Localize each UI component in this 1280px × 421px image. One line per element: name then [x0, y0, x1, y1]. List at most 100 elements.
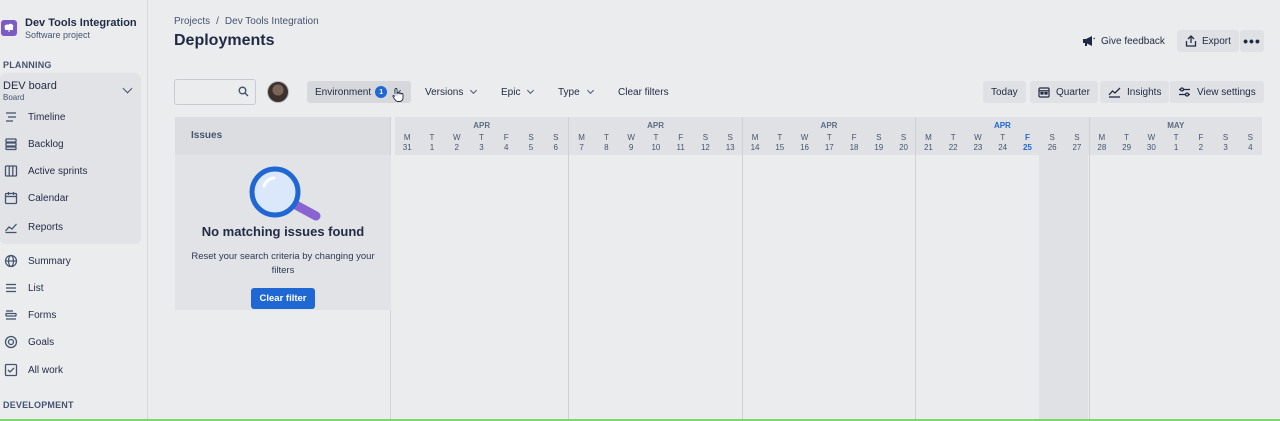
- versions-filter-label: Versions: [425, 86, 464, 98]
- day-label: S 13: [725, 133, 735, 152]
- day-label: S 26: [1047, 133, 1057, 152]
- chevron-down-icon: [586, 86, 594, 95]
- sidebar-item-list[interactable]: List: [4, 279, 44, 297]
- day-label: T 24: [998, 133, 1008, 152]
- backlog-icon: [4, 137, 18, 151]
- megaphone-icon: [1082, 35, 1096, 47]
- export-label: Export: [1202, 35, 1231, 47]
- quarter-button[interactable]: Quarter: [1030, 81, 1098, 103]
- give-feedback-button[interactable]: Give feedback: [1082, 30, 1165, 52]
- week-column: APR M 7 T 8 W 9 T 10 F 11 S 12 S 13: [568, 117, 741, 421]
- day-label: F4: [503, 133, 509, 152]
- day-label: S 12: [700, 133, 710, 152]
- issues-list-area: [175, 310, 391, 421]
- versions-filter[interactable]: Versions: [425, 81, 478, 103]
- type-filter[interactable]: Type: [558, 81, 594, 103]
- week-column: MAY M 28 T 29 W 30 T 1 F 2 S 3 S 4: [1088, 117, 1262, 421]
- insights-label: Insights: [1127, 86, 1162, 98]
- sidebar-item-forms[interactable]: Forms: [4, 306, 56, 324]
- day-label: M 21: [923, 133, 933, 152]
- breadcrumb: Projects / Dev Tools Integration: [174, 16, 319, 27]
- filter-count-badge: 1: [375, 86, 388, 98]
- sidebar-item-goals[interactable]: Goals: [4, 333, 54, 351]
- sliders-icon: [1178, 86, 1191, 98]
- week-month-label: APR: [993, 121, 1011, 130]
- breadcrumb-project[interactable]: Dev Tools Integration: [225, 16, 319, 27]
- timeline-icon: [4, 110, 18, 124]
- type-filter-label: Type: [558, 86, 580, 98]
- clear-filter-button[interactable]: Clear filter: [251, 288, 315, 309]
- sidebar-item-reports[interactable]: Reports: [4, 218, 63, 236]
- day-label: T1: [1173, 133, 1179, 152]
- page-title: Deployments: [174, 32, 275, 49]
- board-icon: [4, 164, 18, 178]
- avatar[interactable]: [267, 81, 289, 103]
- insights-button[interactable]: Insights: [1100, 81, 1170, 103]
- export-button[interactable]: Export: [1177, 30, 1239, 52]
- project-header[interactable]: Dev Tools Integration Software project: [0, 17, 137, 41]
- sidebar-item-active-sprints[interactable]: Active sprints: [4, 162, 87, 180]
- chevron-down-icon: [470, 86, 478, 95]
- day-label: S6: [553, 133, 559, 152]
- issues-header-label: Issues: [191, 130, 223, 141]
- forms-icon: [4, 308, 18, 322]
- day-label: S5: [528, 133, 534, 152]
- day-label: T 10: [651, 133, 661, 152]
- board-name[interactable]: DEV board: [3, 80, 57, 92]
- week-column: APR M 21 T 22 W 23 T 24 F 25 S 26 S 27: [915, 117, 1088, 421]
- project-type: Software project: [25, 30, 91, 40]
- project-name: Dev Tools Integration: [25, 17, 137, 29]
- epic-filter[interactable]: Epic: [501, 81, 535, 103]
- day-label: W 16: [800, 133, 809, 152]
- sidebar-item-timeline[interactable]: Timeline: [4, 108, 65, 126]
- week-column: APR M 31 T 1 W 2 T 3 F 4 S 5 S 6: [395, 117, 568, 421]
- day-label: F 18: [849, 133, 859, 152]
- sidebar-item-summary[interactable]: Summary: [4, 252, 71, 270]
- week-month-label: MAY: [1167, 121, 1185, 130]
- sidebar-item-label: Active sprints: [28, 165, 88, 177]
- magnifier-illustration-icon: [246, 166, 322, 227]
- sidebar-item-calendar[interactable]: Calendar: [4, 189, 69, 207]
- breadcrumb-projects[interactable]: Projects: [174, 16, 210, 27]
- sidebar-item-all-work[interactable]: All work: [4, 361, 63, 379]
- sidebar-item-backlog[interactable]: Backlog: [4, 135, 64, 153]
- day-label: W 30: [1146, 133, 1156, 152]
- quarter-label: Quarter: [1056, 86, 1090, 98]
- empty-state-title: No matching issues found: [201, 224, 365, 239]
- sidebar-item-label: List: [28, 282, 44, 294]
- export-icon: [1185, 35, 1197, 47]
- week-month-label: APR: [820, 121, 838, 130]
- clear-filters-button[interactable]: Clear filters: [618, 81, 669, 103]
- project-logo-icon: [1, 20, 17, 36]
- day-label: M 31: [402, 133, 412, 152]
- reports-icon: [4, 220, 18, 234]
- sidebar-item-label: Timeline: [28, 111, 66, 123]
- more-actions-button[interactable]: •••: [1240, 30, 1264, 52]
- week-month-label: APR: [473, 121, 491, 130]
- chevron-down-icon[interactable]: [122, 83, 133, 94]
- sidebar-item-label: Summary: [28, 255, 71, 267]
- day-label: F2: [1198, 133, 1204, 152]
- day-label: T1: [429, 133, 435, 152]
- search-icon: [238, 86, 249, 100]
- empty-state: No matching issues found Reset your sear…: [175, 155, 391, 310]
- day-label: F 11: [676, 133, 685, 152]
- goals-icon: [4, 335, 18, 349]
- day-label: M 28: [1097, 133, 1107, 152]
- day-label: M7: [578, 133, 585, 152]
- day-label: S 19: [874, 133, 884, 152]
- globe-icon: [4, 254, 18, 268]
- day-label: T3: [479, 133, 484, 152]
- planning-heading: PLANNING: [3, 60, 52, 70]
- day-label: F 25: [1022, 133, 1032, 152]
- sidebar: Dev Tools Integration Software project P…: [0, 0, 148, 421]
- day-label: W2: [452, 133, 461, 152]
- view-settings-button[interactable]: View settings: [1170, 81, 1264, 103]
- sidebar-item-label: Reports: [28, 221, 64, 233]
- today-button[interactable]: Today: [983, 81, 1026, 103]
- calendar-icon: [1038, 86, 1050, 98]
- day-label: S4: [1247, 133, 1254, 152]
- day-label: S 20: [899, 133, 908, 152]
- search-input[interactable]: [174, 79, 256, 105]
- day-label: M 14: [750, 133, 760, 152]
